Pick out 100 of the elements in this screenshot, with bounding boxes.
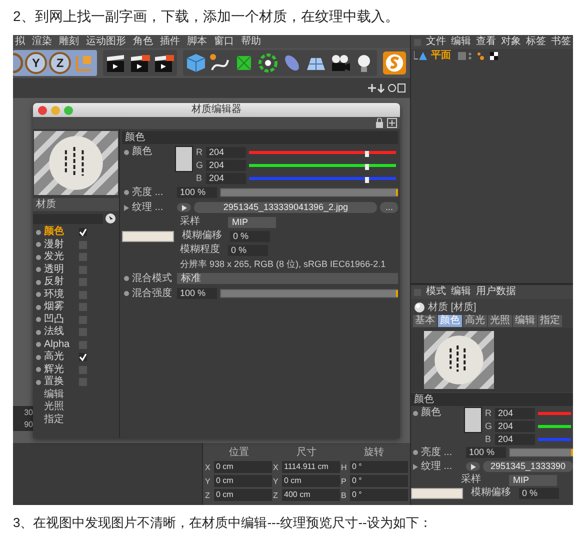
menu-item[interactable]: 光照 — [33, 401, 119, 414]
axis-button[interactable]: Y — [25, 52, 47, 74]
channel-item[interactable]: 反射 — [44, 276, 76, 288]
clapperboard-icon[interactable] — [129, 52, 151, 74]
number-field[interactable]: 204 — [495, 420, 535, 432]
slider-thumb[interactable] — [364, 164, 369, 170]
slider-thumb[interactable] — [364, 150, 369, 156]
number-field[interactable]: 0 % — [228, 244, 268, 256]
channel-item[interactable]: Alpha — [44, 338, 76, 351]
menu-item[interactable]: 对象 — [501, 36, 521, 48]
channel-item[interactable]: 环境 — [44, 288, 76, 301]
clapperboard-icon[interactable] — [153, 52, 175, 74]
clapperboard-icon[interactable] — [105, 52, 127, 74]
dropdown-field[interactable]: MIP — [228, 216, 276, 228]
number-field[interactable]: 204 — [495, 408, 535, 418]
tab[interactable]: 高光 — [463, 315, 487, 327]
dropdown-field[interactable] — [33, 214, 103, 224]
menu-item[interactable]: 书签 — [551, 36, 571, 48]
play-button[interactable] — [177, 203, 191, 212]
browse-button[interactable]: ... — [380, 202, 398, 213]
checkbox[interactable] — [79, 378, 87, 386]
menu-item[interactable]: 雕刻 — [59, 36, 79, 48]
menu-item[interactable]: 编辑 — [451, 36, 471, 48]
number-field[interactable]: 100 % — [177, 187, 217, 198]
number-field[interactable]: 100 % — [466, 447, 506, 458]
number-field[interactable]: 204 — [206, 160, 246, 170]
number-field[interactable]: 0 cm — [214, 489, 272, 501]
number-field[interactable]: 204 — [206, 146, 246, 158]
tab[interactable]: 编辑 — [513, 315, 537, 327]
slider-thumb[interactable] — [364, 176, 369, 182]
number-field[interactable]: 204 — [206, 172, 246, 184]
checkbox[interactable] — [79, 328, 87, 336]
menu-item[interactable]: 文件 — [426, 36, 446, 48]
cursor-pick-icon[interactable] — [105, 213, 116, 224]
channel-item[interactable]: 烟雾 — [44, 301, 76, 314]
cube-icon[interactable] — [185, 52, 207, 74]
checkbox[interactable] — [79, 253, 87, 262]
number-field[interactable]: 400 cm — [282, 489, 340, 501]
checkbox[interactable] — [79, 278, 87, 286]
channel-item[interactable]: 漫射 — [44, 238, 76, 251]
number-field[interactable]: 0 % — [230, 230, 270, 242]
channel-item[interactable]: 发光 — [44, 251, 76, 264]
menu-item[interactable]: 指定 — [33, 414, 119, 426]
number-field[interactable]: 0 ° — [350, 461, 408, 473]
flower-icon[interactable] — [257, 52, 279, 74]
new-window-icon[interactable] — [387, 118, 397, 128]
number-field[interactable]: 100 % — [177, 288, 217, 299]
number-field[interactable]: 0 ° — [350, 489, 408, 501]
checkbox[interactable] — [79, 316, 87, 324]
menu-item[interactable]: 标签 — [526, 36, 546, 48]
menu-item[interactable]: 渲染 — [32, 36, 52, 48]
tab[interactable]: 光照 — [488, 315, 512, 327]
checkbox[interactable] — [79, 266, 87, 274]
checkbox[interactable] — [79, 303, 87, 312]
menu-item[interactable]: 角色 — [133, 36, 153, 48]
menu-item[interactable]: 模式 — [426, 286, 446, 298]
number-field[interactable]: 0 ° — [350, 475, 408, 487]
object-name[interactable]: 平面 — [431, 50, 455, 62]
channel-item[interactable]: 置换 — [44, 376, 76, 388]
s-logo-icon[interactable] — [383, 51, 406, 75]
menu-item[interactable]: 编辑 — [33, 388, 119, 401]
texture-tag-icon[interactable] — [477, 52, 499, 60]
number-field[interactable]: 0 % — [519, 488, 559, 498]
navigation-icons[interactable] — [366, 83, 406, 93]
menu-item[interactable]: 脚本 — [187, 36, 207, 48]
channel-item[interactable]: 法线 — [44, 326, 76, 338]
channel-item[interactable]: 凹凸 — [44, 314, 76, 326]
tab[interactable]: 指定 — [538, 315, 562, 327]
axis-button[interactable]: Z — [49, 52, 71, 74]
checkbox[interactable] — [79, 228, 87, 236]
number-field[interactable]: 0 cm — [214, 475, 272, 487]
checkbox[interactable] — [79, 340, 87, 349]
menu-item[interactable]: 拟 — [15, 36, 25, 48]
checkbox[interactable] — [79, 240, 87, 249]
channel-item[interactable]: 高光 — [44, 351, 76, 364]
channel-item[interactable]: 辉光 — [44, 364, 76, 376]
channel-item[interactable]: 颜色 — [44, 226, 76, 238]
tab[interactable]: 基本 — [413, 315, 437, 327]
checkbox[interactable] — [79, 366, 87, 374]
menu-item[interactable]: 插件 — [160, 36, 180, 48]
play-button[interactable] — [466, 462, 480, 471]
lock-icon[interactable] — [375, 118, 384, 128]
file-path-field[interactable]: 2951345_133339041396_2.jpg — [194, 202, 378, 213]
checkbox[interactable] — [79, 290, 87, 299]
close-button-icon[interactable] — [38, 106, 47, 114]
dropdown-field[interactable]: MIP — [509, 474, 557, 486]
number-field[interactable]: 204 — [495, 434, 535, 444]
menu-item[interactable]: 帮助 — [241, 36, 261, 48]
menu-item[interactable]: 运动图形 — [86, 36, 126, 48]
checkbox[interactable] — [79, 353, 87, 362]
camera-icon[interactable] — [329, 52, 351, 74]
menu-item[interactable]: 查看 — [476, 36, 496, 48]
menu-item[interactable]: 编辑 — [451, 286, 471, 298]
dropdown-field[interactable]: 标准 — [177, 273, 398, 284]
menu-item[interactable]: 窗口 — [214, 36, 234, 48]
number-field[interactable]: 0 cm — [282, 475, 340, 487]
number-field[interactable]: 0 cm — [214, 461, 272, 473]
file-path-field[interactable]: 2951345_1333390 — [483, 461, 573, 472]
menu-item[interactable]: 用户数据 — [476, 286, 516, 298]
number-field[interactable]: 1114.911 cm — [282, 461, 340, 473]
